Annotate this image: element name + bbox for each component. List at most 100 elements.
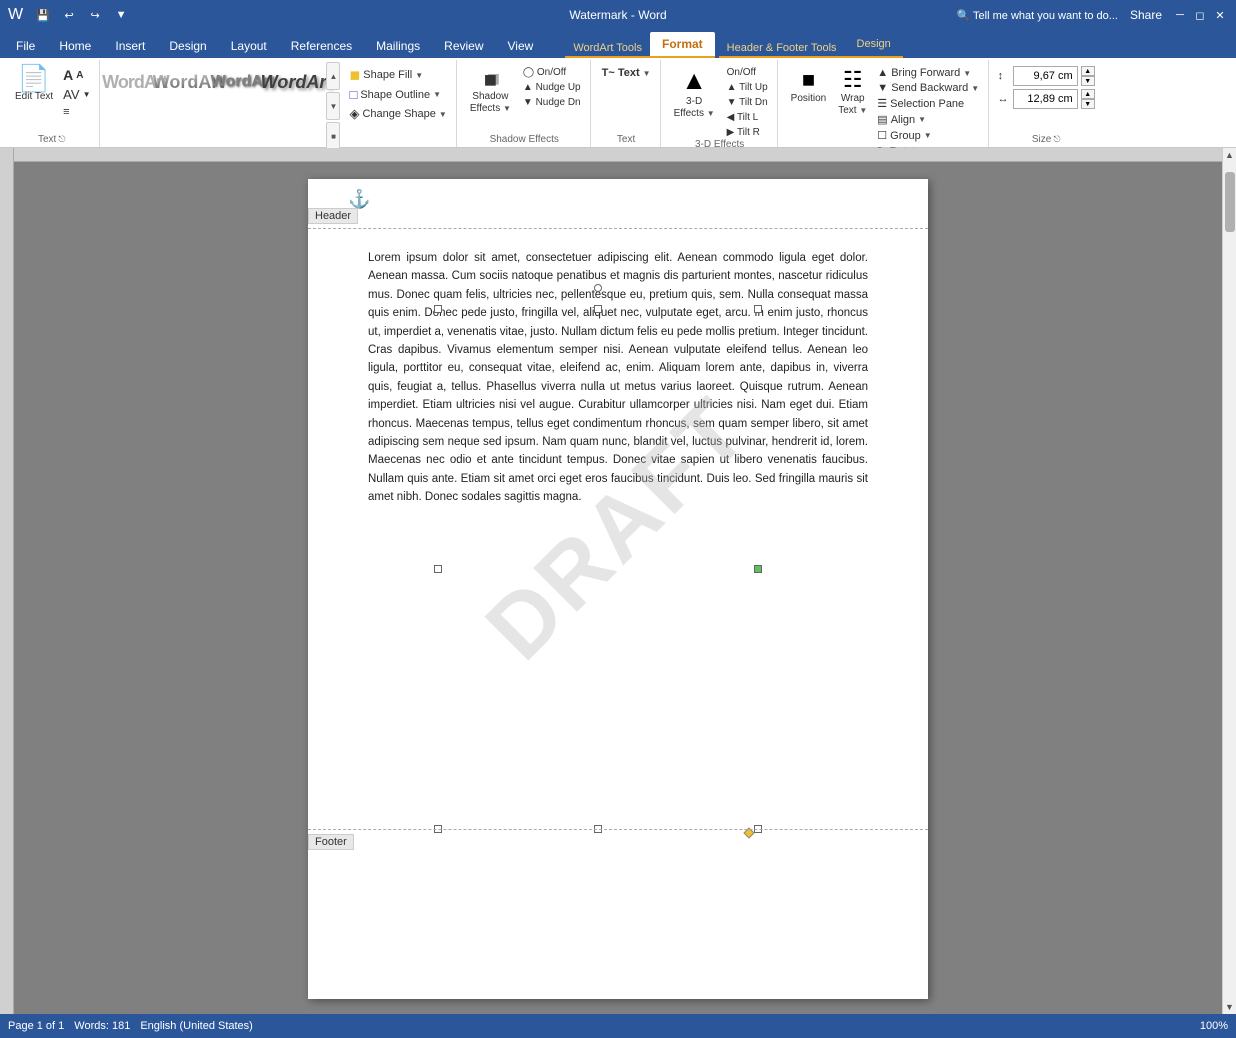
- tab-layout[interactable]: Layout: [219, 34, 279, 58]
- width-icon: ↔: [998, 93, 1010, 105]
- save-button[interactable]: 💾: [33, 5, 53, 25]
- tab-mailings[interactable]: Mailings: [364, 34, 432, 58]
- text-right-content: T~ Text ▼: [599, 62, 654, 134]
- page-info: Page 1 of 1: [8, 1020, 64, 1032]
- scrollbar-vertical[interactable]: ▲ ▼: [1222, 148, 1236, 1014]
- send-backward-button[interactable]: ▼ Send Backward ▼: [874, 81, 982, 95]
- group-text-right-label: Text: [599, 134, 654, 147]
- change-shape-icon: ◈: [349, 106, 359, 122]
- context-tabs-wordart: WordArt Tools Format: [565, 32, 714, 58]
- redo-button[interactable]: ↪: [85, 5, 105, 25]
- tab-view[interactable]: View: [496, 34, 546, 58]
- bring-forward-button[interactable]: ▲ Bring Forward ▼: [874, 66, 982, 80]
- tab-format[interactable]: Format: [650, 32, 715, 56]
- edit-text-label: Edit Text: [15, 91, 53, 103]
- tab-design[interactable]: Design: [157, 34, 218, 58]
- text-indent-button[interactable]: ≡: [60, 105, 93, 119]
- selection-pane-icon: ☰: [877, 97, 887, 110]
- font-size-large-button[interactable]: A A: [60, 66, 93, 84]
- tab-file[interactable]: File: [4, 34, 47, 58]
- 3d-tilt-up-button[interactable]: ▲ Tilt Up: [724, 81, 771, 94]
- document-page: ⚓ Header DRAFT: [308, 179, 928, 999]
- tab-references[interactable]: References: [279, 34, 364, 58]
- font-size-large-icon: A: [63, 67, 73, 83]
- bring-forward-arrow: ▼: [963, 69, 971, 78]
- scroll-up-button[interactable]: ▲: [1223, 148, 1236, 162]
- group-wordart-styles: WordArt WordArt WordArt WordArt ▲ ▼: [102, 60, 456, 147]
- scroll-track: [1225, 162, 1235, 1000]
- shape-fill-arrow: ▼: [415, 71, 423, 80]
- text-button[interactable]: T~ Text ▼: [599, 66, 654, 80]
- footer-area[interactable]: Footer: [308, 829, 928, 869]
- shape-fill-icon: ◼: [349, 67, 360, 83]
- shadow-on-off-button[interactable]: ◯ On/Off: [520, 66, 584, 79]
- shape-fill-button[interactable]: ◼ Shape Fill ▼: [346, 66, 449, 84]
- 3d-effects-icon: ▲: [681, 65, 707, 96]
- wordart-scroll-up[interactable]: ▲: [326, 62, 340, 90]
- group-objects-button[interactable]: ☐ Group ▼: [874, 128, 982, 143]
- align-icon: ▤: [877, 113, 887, 126]
- wordart-scroll-more[interactable]: ■: [326, 122, 340, 150]
- help-search[interactable]: 🔍 Tell me what you want to do...: [957, 9, 1118, 22]
- undo-button[interactable]: ↩: [59, 5, 79, 25]
- minimize-button[interactable]: ─: [1172, 7, 1188, 23]
- group-3d-effects: ▲ 3-DEffects ▼ On/Off ▲ Tilt Up ▼ Tilt D…: [663, 60, 778, 147]
- shadow-toggle-btns: ◯ On/Off ▲ Nudge Up ▼ Nudge Dn: [518, 62, 584, 109]
- wrap-text-icon: ☷: [843, 67, 863, 93]
- scroll-down-button[interactable]: ▼: [1223, 1000, 1236, 1014]
- 3d-tilt-down-button[interactable]: ▼ Tilt Dn: [724, 96, 771, 109]
- av-arrow-icon: ▼: [83, 90, 91, 99]
- scroll-thumb[interactable]: [1225, 172, 1235, 232]
- selection-pane-button[interactable]: ☰ Selection Pane: [874, 96, 982, 111]
- width-spin-up[interactable]: ▲: [1081, 89, 1095, 99]
- share-button[interactable]: Share: [1130, 8, 1162, 22]
- 3d-tilt-left-button[interactable]: ◀ Tilt L: [724, 111, 771, 124]
- restore-button[interactable]: ◻: [1192, 7, 1208, 23]
- wrap-text-button[interactable]: ☷ WrapText ▼: [833, 64, 872, 120]
- bring-forward-label: Bring Forward: [891, 67, 960, 79]
- width-spin-down[interactable]: ▼: [1081, 99, 1095, 109]
- wordart-style-4[interactable]: WordArt: [270, 64, 322, 100]
- width-input[interactable]: [1013, 89, 1078, 109]
- edit-text-button[interactable]: 📄 Edit Text: [10, 62, 58, 106]
- tab-insert[interactable]: Insert: [103, 34, 157, 58]
- ribbon: 📄 Edit Text A A AV ▼ ≡ Text: [0, 58, 1236, 148]
- 3d-toggle-btns: On/Off ▲ Tilt Up ▼ Tilt Dn ◀ Tilt L ▶ Ti…: [722, 62, 771, 139]
- group-size-label: Size ⎋: [997, 134, 1095, 147]
- handle-ml[interactable]: [434, 565, 442, 573]
- tab-hf-design[interactable]: Design: [845, 32, 903, 56]
- send-backward-icon: ▼: [877, 82, 888, 94]
- 3d-effects-button[interactable]: ▲ 3-DEffects ▼: [669, 62, 720, 123]
- change-shape-button[interactable]: ◈ Change Shape ▼: [346, 105, 449, 123]
- 3d-tilt-right-button[interactable]: ▶ Tilt R: [724, 126, 771, 139]
- 3d-on-off-button[interactable]: On/Off: [724, 66, 771, 79]
- group-shadow-label: Shadow Effects: [465, 134, 584, 147]
- header-area[interactable]: ⚓ Header: [308, 179, 928, 229]
- close-button[interactable]: ✕: [1212, 7, 1228, 23]
- av-spacing-button[interactable]: AV ▼: [60, 86, 93, 103]
- doc-scroll-area[interactable]: ⚓ Header DRAFT: [14, 148, 1222, 1014]
- text-small-btns: A A AV ▼ ≡: [60, 62, 93, 119]
- height-spin-down[interactable]: ▼: [1081, 76, 1095, 86]
- wordart-scroll-down[interactable]: ▼: [326, 92, 340, 120]
- align-button[interactable]: ▤ Align ▼: [874, 112, 982, 127]
- title-bar-title: Watermark - Word: [569, 8, 666, 22]
- handle-mr[interactable]: [754, 565, 762, 573]
- bring-forward-icon: ▲: [877, 67, 888, 79]
- wordart-preview-4: WordArt: [261, 72, 333, 93]
- tab-review[interactable]: Review: [432, 34, 495, 58]
- group-text-expand-icon[interactable]: ⎋: [58, 134, 65, 145]
- wordart-style-2[interactable]: WordArt: [162, 64, 214, 100]
- position-button[interactable]: ■ Position: [786, 64, 832, 108]
- font-size-small-icon: A: [76, 70, 83, 81]
- customize-qat-button[interactable]: ▼: [111, 5, 131, 25]
- shape-outline-button[interactable]: □ Shape Outline ▼: [346, 86, 449, 103]
- height-spin-up[interactable]: ▲: [1081, 66, 1095, 76]
- tab-home[interactable]: Home: [47, 34, 103, 58]
- shadow-nudge-down-button[interactable]: ▼ Nudge Dn: [520, 96, 584, 109]
- shape-outline-label: Shape Outline: [360, 89, 430, 101]
- shadow-effects-button[interactable]: ■ ■ ShadowEffects ▼: [465, 62, 516, 118]
- height-input[interactable]: [1013, 66, 1078, 86]
- shadow-nudge-up-button[interactable]: ▲ Nudge Up: [520, 81, 584, 94]
- size-expand-icon[interactable]: ⎋: [1053, 134, 1060, 145]
